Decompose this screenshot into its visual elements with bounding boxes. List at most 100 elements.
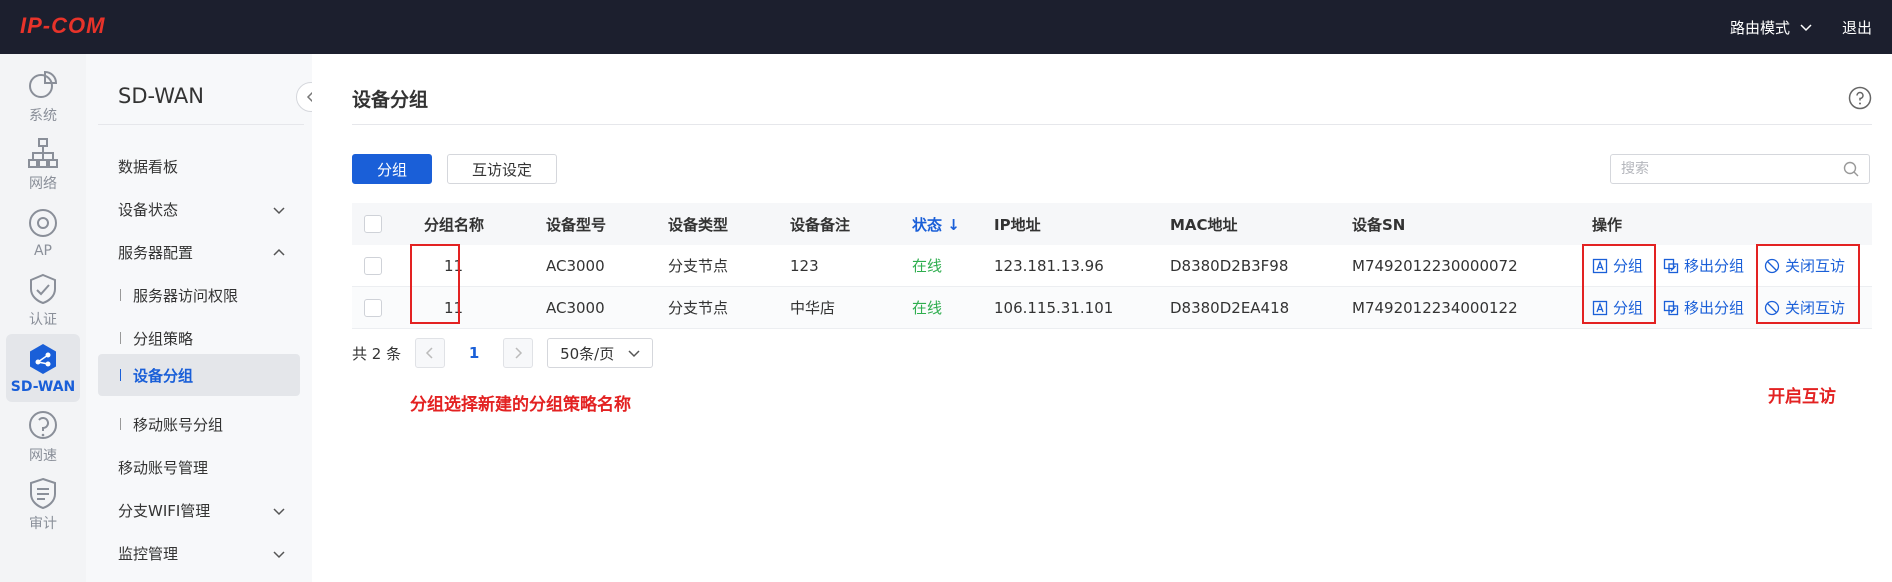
cell-model: AC3000 xyxy=(546,298,605,317)
nav-item-server-access[interactable]: 服务器访问权限 xyxy=(98,275,300,315)
col-status-sort[interactable]: 状态 ↓ xyxy=(912,214,994,235)
nav-item-monitor[interactable]: 监控管理 xyxy=(98,533,300,573)
group-action-button[interactable]: 分组 xyxy=(1592,297,1643,318)
nav-item-branch-wifi[interactable]: 分支WIFI管理 xyxy=(98,490,300,530)
chevron-down-icon xyxy=(628,350,640,358)
nav-label: 设备分组 xyxy=(133,366,194,385)
chevron-down-icon xyxy=(273,207,285,215)
header-select-cell xyxy=(352,215,424,233)
table-row: 11 AC3000 分支节点 123 在线 123.181.13.96 D838… xyxy=(352,245,1872,287)
auth-shield-icon xyxy=(30,273,56,304)
main-content: 设备分组 分组 互访设定 分组名称 设备型号 设备类型 设备备注 状态 ↓ IP… xyxy=(312,54,1892,582)
ipcom-logo: IP-COM xyxy=(20,13,106,38)
action-label: 分组 xyxy=(1613,299,1644,317)
next-page-button[interactable] xyxy=(503,338,534,368)
nav-label: 移动账号分组 xyxy=(133,415,224,434)
move-out-icon xyxy=(1663,300,1679,315)
tab-group[interactable]: 分组 xyxy=(352,154,433,184)
iconbar-item-speed[interactable]: 网速 xyxy=(6,402,80,470)
col-group-name: 分组名称 xyxy=(424,215,485,234)
chevron-right-icon xyxy=(515,347,523,359)
audit-icon xyxy=(30,477,56,509)
row-select-cell xyxy=(352,256,424,275)
top-bar: IP-COM 路由模式 退出 xyxy=(0,0,1892,54)
disable-access-button[interactable]: 关闭互访 xyxy=(1764,297,1845,318)
move-out-group-button[interactable]: 移出分组 xyxy=(1663,297,1744,318)
page-size-label: 50条/页 xyxy=(560,344,615,363)
mode-dropdown[interactable]: 路由模式 xyxy=(1730,17,1812,38)
device-group-table: 分组名称 设备型号 设备类型 设备备注 状态 ↓ IP地址 MAC地址 设备SN… xyxy=(352,203,1872,329)
cell-type: 分支节点 xyxy=(668,257,729,275)
col-actions: 操作 xyxy=(1592,215,1623,234)
nav-item-mobile-account-manage[interactable]: 移动账号管理 xyxy=(98,447,300,487)
disable-access-button[interactable]: 关闭互访 xyxy=(1764,255,1845,276)
title-divider xyxy=(352,124,1872,125)
cell-group: 11 xyxy=(444,298,464,317)
select-all-checkbox[interactable] xyxy=(364,215,382,233)
help-icon[interactable] xyxy=(1848,86,1872,110)
ap-icon xyxy=(29,208,57,237)
row-checkbox[interactable] xyxy=(364,256,382,275)
nav-item-group-policy[interactable]: 分组策略 xyxy=(98,318,300,358)
nav-label: 设备状态 xyxy=(118,200,179,219)
iconbar-label: SD-WAN xyxy=(10,378,76,395)
table-row: 11 AC3000 分支节点 中华店 在线 106.115.31.101 D83… xyxy=(352,287,1872,329)
iconbar-item-audit[interactable]: 审计 xyxy=(6,470,80,538)
nav-item-device-status[interactable]: 设备状态 xyxy=(98,189,300,229)
search-box xyxy=(1610,154,1870,184)
pie-chart-icon xyxy=(29,70,58,98)
nav-item-server-config[interactable]: 服务器配置 xyxy=(98,232,300,272)
total-count: 共 2 条 xyxy=(352,344,402,363)
sidenav-title: SD-WAN xyxy=(118,84,204,108)
page-number[interactable]: 1 xyxy=(459,344,489,362)
iconbar-item-system[interactable]: 系统 xyxy=(6,62,80,130)
prev-page-button[interactable] xyxy=(415,338,446,368)
chevron-left-icon xyxy=(426,347,433,359)
top-right-actions: 路由模式 退出 xyxy=(1730,0,1872,54)
group-icon xyxy=(1592,258,1608,273)
search-icon[interactable] xyxy=(1843,161,1859,177)
cell-note: 123 xyxy=(790,256,819,275)
col-note: 设备备注 xyxy=(790,215,851,234)
forbidden-icon xyxy=(1764,258,1780,273)
page-size-select[interactable]: 50条/页 xyxy=(547,338,654,368)
chevron-down-icon xyxy=(1800,24,1812,32)
tab-access-settings[interactable]: 互访设定 xyxy=(447,154,558,184)
iconbar-label: 网络 xyxy=(29,175,57,192)
cell-group: 11 xyxy=(444,256,464,275)
iconbar-item-ap[interactable]: AP xyxy=(6,198,80,266)
sdwan-icon xyxy=(30,343,56,374)
iconbar-label: 系统 xyxy=(29,107,57,124)
search-input[interactable] xyxy=(1621,161,1843,177)
row-select-cell xyxy=(352,298,424,317)
sidenav-divider xyxy=(98,124,304,125)
annotation-right-text: 开启互访 xyxy=(1768,387,1836,407)
iconbar-item-sdwan[interactable]: SD-WAN xyxy=(6,334,80,402)
chevron-down-icon xyxy=(273,508,285,516)
nav-item-mobile-account-group[interactable]: 移动账号分组 xyxy=(98,404,300,444)
cell-mac: D8380D2B3F98 xyxy=(1170,256,1289,275)
forbidden-icon xyxy=(1764,300,1780,315)
tab-bar: 分组 互访设定 xyxy=(352,154,558,184)
iconbar-label: 审计 xyxy=(29,515,57,532)
nav-item-dashboard[interactable]: 数据看板 xyxy=(98,146,300,186)
iconbar-item-auth[interactable]: 认证 xyxy=(6,266,80,334)
col-model: 设备型号 xyxy=(546,215,607,234)
cell-model: AC3000 xyxy=(546,256,605,275)
nav-label: 移动账号管理 xyxy=(118,458,209,477)
group-action-button[interactable]: 分组 xyxy=(1592,255,1643,276)
speed-gauge-icon xyxy=(29,410,57,439)
row-checkbox[interactable] xyxy=(364,298,382,317)
cell-note: 中华店 xyxy=(790,299,836,317)
icon-sidebar: 系统 网络 AP 认证 SD-WAN 网速 审计 xyxy=(0,54,86,582)
group-icon xyxy=(1592,300,1608,315)
cell-actions: 分组 移出分组 关闭互访 xyxy=(1592,297,1872,318)
iconbar-label: AP xyxy=(33,242,53,259)
action-label: 移出分组 xyxy=(1684,299,1745,317)
logout-button[interactable]: 退出 xyxy=(1842,17,1872,38)
iconbar-item-network[interactable]: 网络 xyxy=(6,130,80,198)
cell-ip: 106.115.31.101 xyxy=(994,298,1114,317)
move-out-group-button[interactable]: 移出分组 xyxy=(1663,255,1744,276)
nav-item-device-group[interactable]: 设备分组 xyxy=(98,354,300,396)
chevron-down-icon xyxy=(273,551,285,559)
